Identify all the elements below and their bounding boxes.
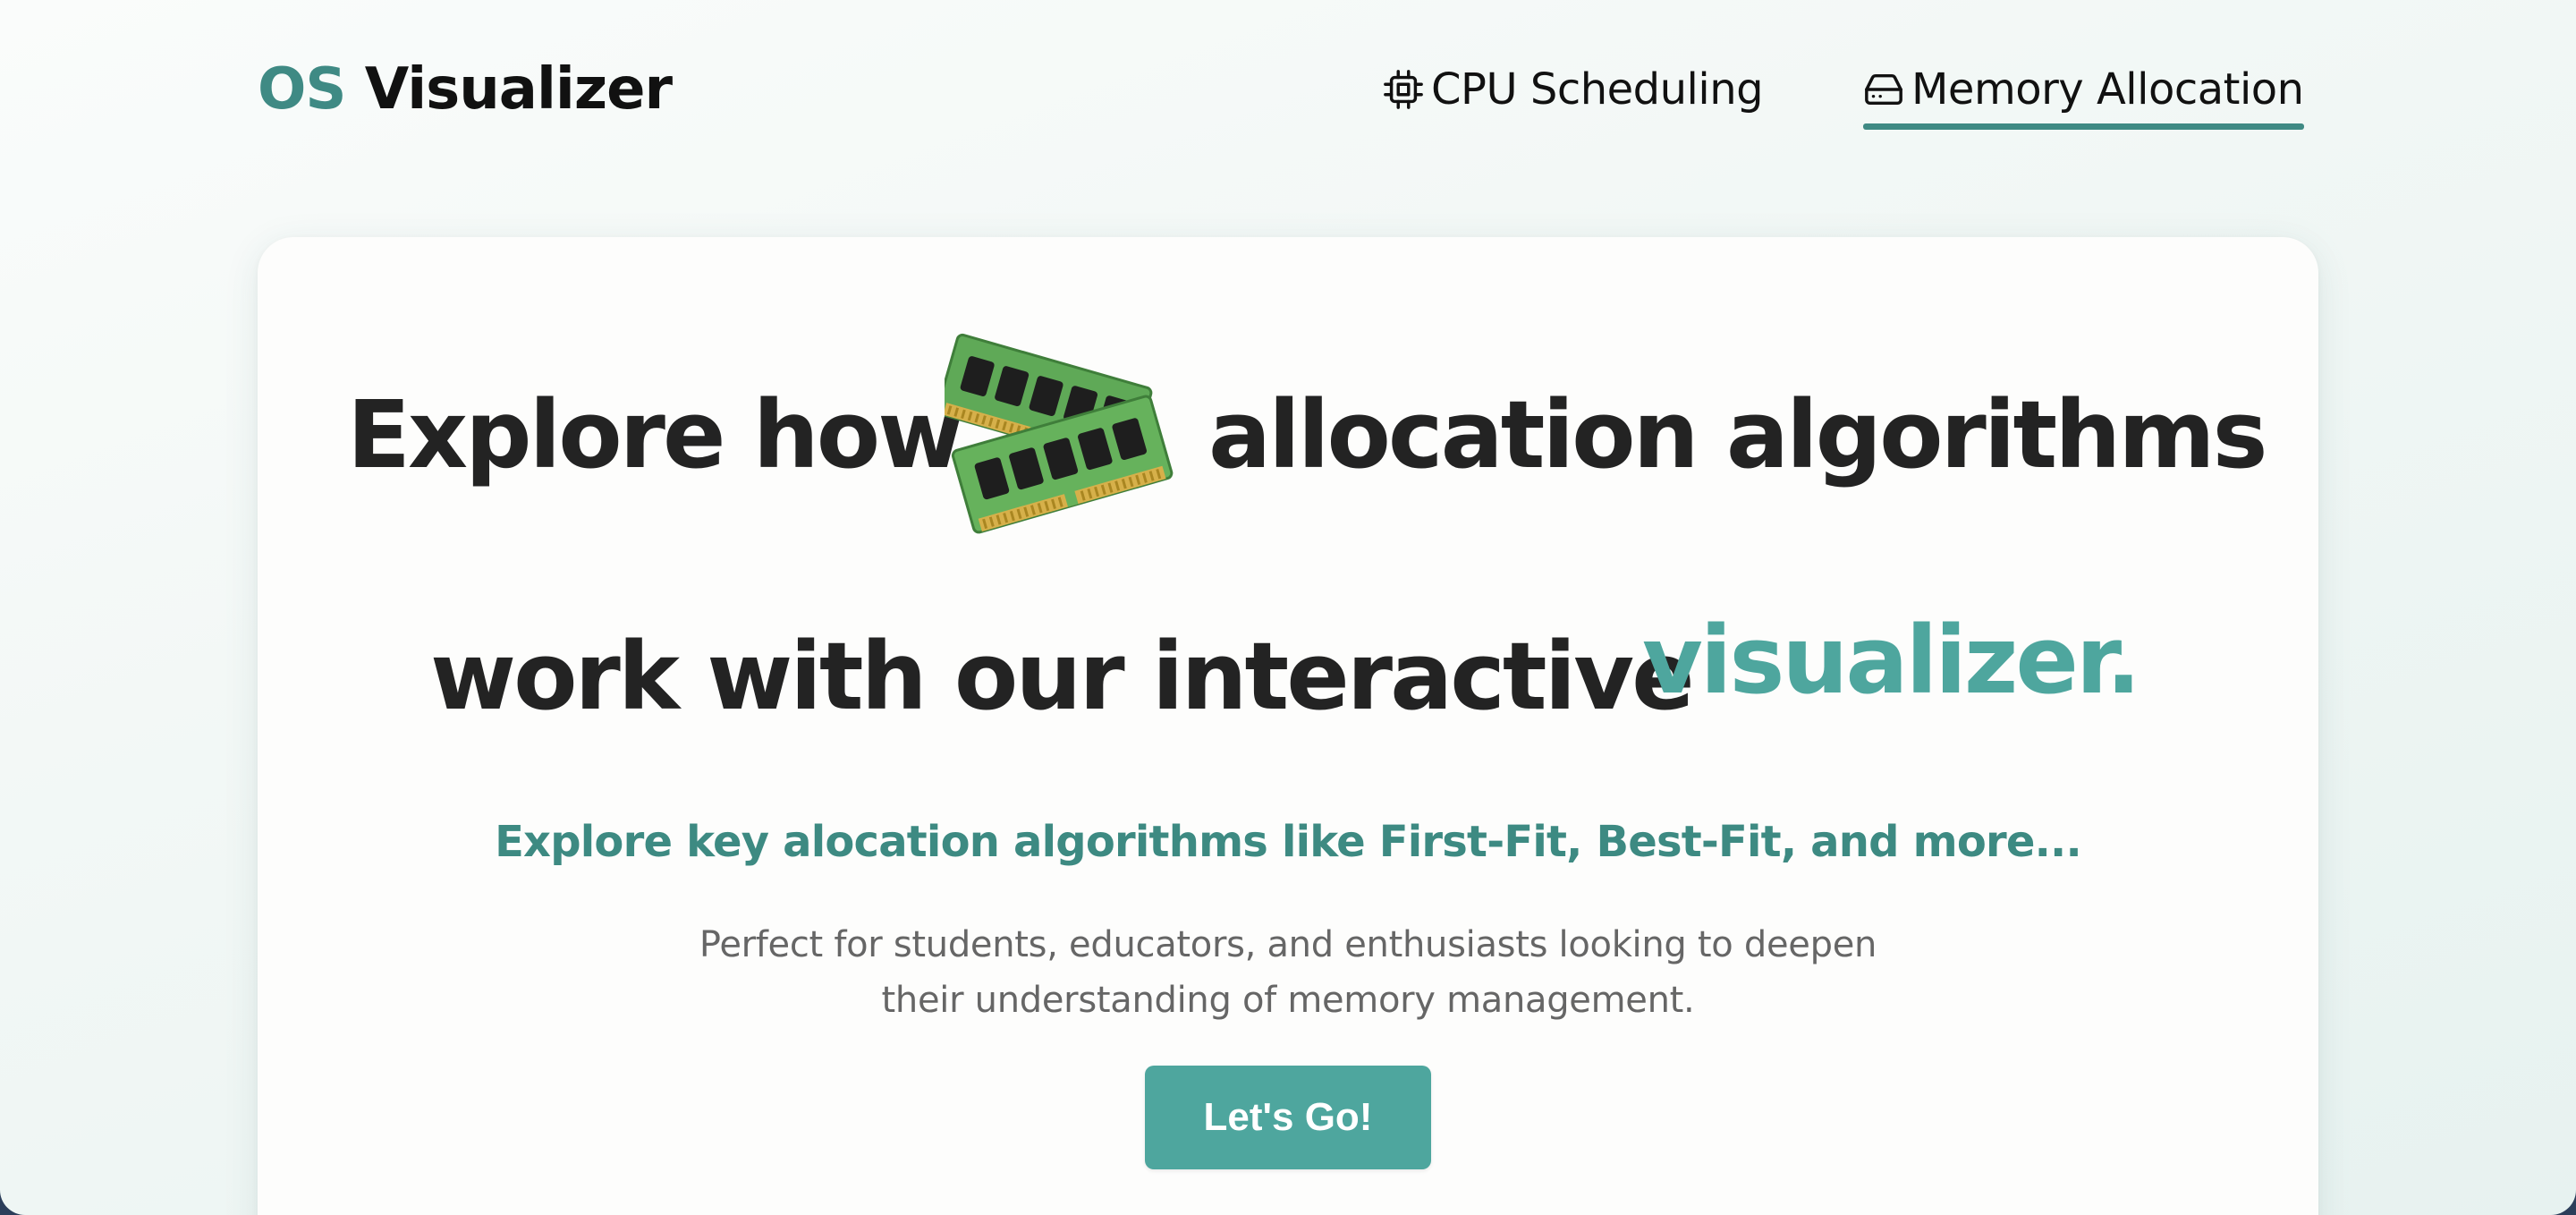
hard-drive-icon <box>1863 69 1904 110</box>
brand-prefix: OS <box>258 56 346 123</box>
headline-highlight: visualizer. <box>1642 606 2141 715</box>
hero-description: Perfect for students, educators, and ent… <box>258 917 2318 1028</box>
brand-suffix: Visualizer <box>364 56 673 123</box>
nav-item-label: CPU Scheduling <box>1431 64 1764 115</box>
hero-description-line1: Perfect for students, educators, and ent… <box>699 924 1877 965</box>
app-viewport: OS Visualizer CPU Scheduling Memory Allo… <box>0 0 2576 1215</box>
navbar: OS Visualizer CPU Scheduling Memory Allo… <box>258 49 2318 130</box>
lets-go-button[interactable]: Let's Go! <box>1145 1066 1431 1169</box>
headline-line1-end: allocation algorithms <box>1208 380 2267 489</box>
headline-line2: work with our interactive <box>430 622 1695 731</box>
hero-card: Explore how allocation algorithms work w… <box>258 237 2318 1215</box>
nav-item-label: Memory Allocation <box>1911 64 2304 115</box>
cpu-chip-icon <box>1383 69 1424 110</box>
nav-item-memory-allocation[interactable]: Memory Allocation <box>1863 58 2304 130</box>
headline-line1-start: Explore how <box>347 380 963 489</box>
ram-modules-icon <box>936 318 1177 559</box>
hero-description-line2: their understanding of memory management… <box>881 980 1695 1021</box>
nav-item-cpu-scheduling[interactable]: CPU Scheduling <box>1383 58 1764 121</box>
brand-logo[interactable]: OS Visualizer <box>258 56 673 123</box>
hero-subtitle: Explore key alocation algorithms like Fi… <box>495 817 2082 867</box>
